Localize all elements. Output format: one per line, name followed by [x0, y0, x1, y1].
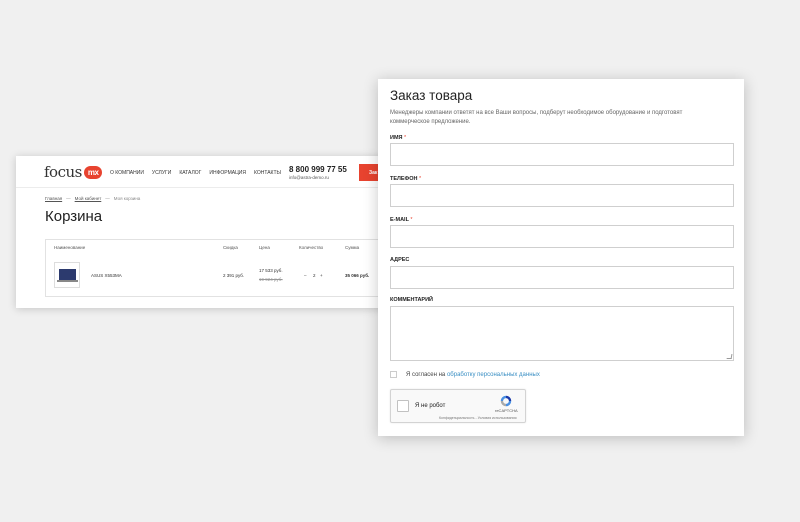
cart-table: Наименование Скидка Цена Количество Сумм…	[45, 239, 396, 297]
laptop-icon	[59, 269, 76, 280]
email-label: E-MAIL *	[390, 217, 413, 223]
product-discount: 2 391 руб.	[223, 273, 245, 278]
required-mark: *	[410, 217, 413, 223]
product-old-price: 19 924 руб.	[259, 277, 283, 282]
logo-badge: mx	[83, 166, 103, 179]
logo-text: focus	[44, 163, 82, 181]
recaptcha-label: Я не робот	[415, 403, 446, 409]
header-email[interactable]: info@astra-demo.ru	[289, 175, 329, 180]
product-sum: 35 066 руб.	[345, 273, 370, 278]
required-mark: *	[404, 135, 407, 141]
email-label-text: E-MAIL	[390, 217, 409, 223]
qty-minus-button[interactable]: –	[304, 273, 307, 278]
page-title: Корзина	[45, 208, 103, 225]
nav-item-info[interactable]: Информация	[209, 170, 246, 176]
recaptcha-links[interactable]: Конфиденциальность - Условия использован…	[439, 416, 516, 420]
form-title: Заказ товара	[390, 88, 473, 103]
nav-item-about[interactable]: О компании	[110, 170, 144, 176]
site-logo[interactable]: focus mx	[44, 163, 103, 181]
phone-label: ТЕЛЕФОН *	[390, 176, 421, 182]
laptop-base	[57, 280, 78, 282]
consent-text: Я согласен на	[406, 371, 446, 378]
consent-link[interactable]: обработку персональных данных	[447, 372, 540, 378]
recaptcha-brand: reCAPTCHA	[495, 408, 518, 413]
breadcrumb-current: Моя корзина	[113, 196, 141, 201]
form-description: Менеджеры компании ответят на все Ваши в…	[390, 110, 683, 125]
resize-handle-icon[interactable]	[726, 354, 733, 359]
nav-item-catalog[interactable]: Каталог	[179, 170, 201, 176]
address-label: АДРЕС	[390, 257, 409, 263]
main-nav: О компании Услуги Каталог Информация Кон…	[110, 170, 281, 176]
comment-label: КОММЕНТАРИЙ	[390, 297, 433, 303]
name-label-text: ИМЯ	[390, 135, 403, 141]
qty-value[interactable]: 2	[313, 273, 316, 278]
qty-plus-button[interactable]: +	[320, 273, 323, 278]
name-input[interactable]	[390, 143, 734, 166]
breadcrumb-separator: —	[105, 196, 110, 201]
phone-input[interactable]	[390, 184, 734, 207]
consent-row: Я согласен на обработку персональных дан…	[390, 371, 540, 378]
address-label-text: АДРЕС	[390, 257, 410, 263]
product-thumbnail[interactable]	[54, 262, 80, 288]
recaptcha-checkbox[interactable]	[397, 400, 409, 412]
column-header-discount: Скидка	[223, 245, 238, 250]
site-header: focus mx О компании Услуги Каталог Информ…	[16, 156, 396, 188]
column-header-name: Наименование	[54, 245, 86, 250]
order-form-dialog: Заказ товара Менеджеры компании ответят …	[378, 79, 744, 436]
breadcrumb: Главная — Мой кабинет — Моя корзина	[45, 196, 140, 201]
phone-label-text: ТЕЛЕФОН	[390, 176, 418, 182]
recaptcha-logo-icon	[500, 395, 512, 407]
column-header-sum: Сумма	[345, 245, 360, 250]
cart-page-preview: focus mx О компании Услуги Каталог Информ…	[16, 156, 396, 308]
nav-item-services[interactable]: Услуги	[152, 170, 171, 176]
header-phone[interactable]: 8 800 999 77 55	[289, 165, 347, 174]
email-input[interactable]	[390, 225, 734, 248]
address-input[interactable]	[390, 266, 734, 289]
name-label: ИМЯ *	[390, 135, 406, 141]
recaptcha-widget: Я не робот reCAPTCHA Конфиденциальность …	[390, 389, 526, 423]
nav-item-contacts[interactable]: Контакты	[254, 170, 281, 176]
product-name[interactable]: ASUS X553MA	[91, 273, 122, 278]
product-price: 17 533 руб.	[259, 268, 283, 273]
consent-checkbox[interactable]	[390, 371, 397, 378]
breadcrumb-cabinet[interactable]: Мой кабинет	[75, 196, 102, 201]
comment-textarea[interactable]	[390, 306, 734, 361]
column-header-price: Цена	[259, 245, 270, 250]
column-header-quantity: Количество	[299, 245, 324, 250]
comment-label-text: КОММЕНТАРИЙ	[390, 297, 433, 303]
required-mark: *	[419, 176, 422, 182]
breadcrumb-home[interactable]: Главная	[45, 196, 62, 201]
breadcrumb-separator: —	[66, 196, 71, 201]
